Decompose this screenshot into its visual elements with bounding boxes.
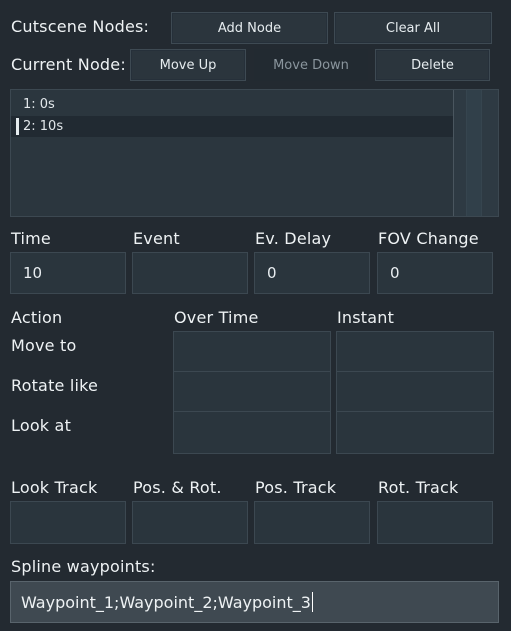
look-at-instant-field[interactable]: [336, 411, 494, 454]
pos-track-label: Pos. Track: [255, 478, 337, 497]
move-down-button[interactable]: Move Down: [254, 49, 368, 81]
spline-waypoints-label: Spline waypoints:: [11, 557, 156, 576]
rotate-like-label: Rotate like: [11, 376, 99, 395]
pos-track-field[interactable]: [254, 501, 370, 544]
selection-indicator: [16, 118, 19, 135]
event-label: Event: [133, 229, 180, 248]
delete-button[interactable]: Delete: [375, 49, 490, 81]
list-item-label: 1: 0s: [23, 97, 55, 112]
node-list[interactable]: 1: 0s 2: 10s: [10, 89, 499, 217]
move-to-instant-field[interactable]: [336, 331, 494, 372]
list-item-selected[interactable]: 2: 10s: [11, 116, 498, 137]
time-field[interactable]: 10: [10, 252, 126, 294]
time-label: Time: [11, 229, 51, 248]
text-caret: [311, 592, 313, 612]
move-up-button[interactable]: Move Up: [130, 49, 246, 81]
list-scrollbar[interactable]: [453, 90, 498, 216]
fov-change-field[interactable]: 0: [377, 252, 493, 294]
scrollbar-thumb[interactable]: [466, 90, 482, 216]
pos-rot-field[interactable]: [132, 501, 248, 544]
event-field[interactable]: [132, 252, 248, 294]
spline-waypoints-input[interactable]: Waypoint_1;Waypoint_2;Waypoint_3: [10, 581, 499, 623]
current-node-label: Current Node:: [11, 55, 126, 74]
list-item[interactable]: 1: 0s: [11, 94, 453, 115]
move-to-over-time-field[interactable]: [173, 331, 331, 372]
move-to-label: Move to: [11, 336, 77, 355]
pos-rot-label: Pos. & Rot.: [133, 478, 222, 497]
list-item-label: 2: 10s: [23, 119, 64, 134]
look-track-field[interactable]: [10, 501, 126, 544]
instant-header: Instant: [337, 308, 395, 327]
ev-delay-field[interactable]: 0: [254, 252, 370, 294]
ev-delay-label: Ev. Delay: [255, 229, 332, 248]
look-track-label: Look Track: [11, 478, 98, 497]
action-header: Action: [11, 308, 63, 327]
cutscene-nodes-label: Cutscene Nodes:: [11, 17, 150, 36]
look-at-label: Look at: [11, 416, 72, 435]
rotate-like-over-time-field[interactable]: [173, 371, 331, 412]
spline-waypoints-value: Waypoint_1;Waypoint_2;Waypoint_3: [21, 592, 311, 612]
over-time-header: Over Time: [174, 308, 259, 327]
add-node-button[interactable]: Add Node: [171, 12, 328, 44]
rot-track-field[interactable]: [377, 501, 493, 544]
rot-track-label: Rot. Track: [378, 478, 459, 497]
fov-change-label: FOV Change: [378, 229, 479, 248]
rotate-like-instant-field[interactable]: [336, 371, 494, 412]
clear-all-button[interactable]: Clear All: [334, 12, 492, 44]
look-at-over-time-field[interactable]: [173, 411, 331, 454]
